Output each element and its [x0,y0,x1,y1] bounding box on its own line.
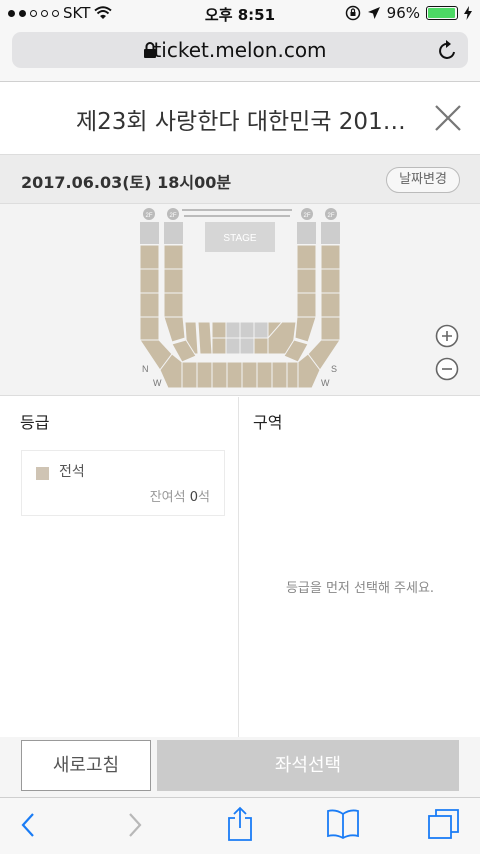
seat-map-area: STAGE 2F 2F 2F 2F N W S W [0,204,480,396]
area-empty-message: 등급을 먼저 선택해 주세요. [285,581,435,596]
change-date-button[interactable]: 날짜변경 [386,167,460,193]
area-panel: 구역 등급을 먼저 선택해 주세요. [240,397,480,737]
status-right: 96% [345,4,472,22]
zoom-in-icon[interactable] [435,324,459,348]
grade-name: 전석 [59,464,85,480]
grade-panel-title: 등급 [20,413,50,432]
remaining-unit: 석 [198,490,210,505]
grade-color-swatch [36,467,49,480]
reload-icon[interactable] [438,39,458,61]
url-text: ticket.melon.com [153,38,327,62]
compass-n: N [142,364,149,374]
seat-map[interactable]: STAGE 2F 2F 2F 2F N W S W [0,204,480,396]
location-icon [367,7,380,19]
compass-w2: W [321,378,330,388]
performance-date: 2017.06.03(토) 18시00분 [21,173,232,192]
svg-text:2F: 2F [327,213,334,219]
browser-toolbar [0,797,480,854]
close-icon[interactable] [432,102,464,134]
back-icon[interactable] [18,810,38,840]
charging-icon [464,6,472,20]
grade-panel: 등급 전석 잔여석 0석 [0,397,239,737]
grade-option[interactable]: 전석 잔여석 0석 [21,450,225,516]
battery-icon [426,6,458,20]
refresh-button[interactable]: 새로고침 [21,740,151,791]
orientation-lock-icon [345,5,360,21]
svg-text:2F: 2F [169,213,176,219]
page-title: 제23회 사랑한다 대한민국 201… [76,109,406,135]
bookmarks-icon[interactable] [326,808,360,840]
forward-icon[interactable] [125,810,145,840]
remaining-count: 0 [189,490,199,505]
area-panel-title: 구역 [253,413,283,432]
status-bar: SKT 오후 8:51 96% [0,0,480,26]
svg-text:2F: 2F [145,213,152,219]
url-field[interactable]: ticket.melon.com [12,32,468,68]
browser-address-bar: ticket.melon.com [0,26,480,82]
compass-s: S [331,364,337,374]
page-header: 제23회 사랑한다 대한민국 201… [0,82,480,154]
tabs-icon[interactable] [428,808,460,840]
svg-text:2F: 2F [303,213,310,219]
compass-w: W [153,378,162,388]
remaining-label: 잔여석 [149,490,186,505]
battery-percent: 96% [386,4,420,22]
share-icon[interactable] [226,806,254,842]
stage-label: STAGE [223,233,256,244]
date-bar: 2017.06.03(토) 18시00분 날짜변경 [0,154,480,204]
zoom-out-icon[interactable] [435,357,459,381]
select-seat-button[interactable]: 좌석선택 [157,740,459,791]
remaining-seats: 잔여석 0석 [150,486,210,505]
action-bar: 새로고침 좌석선택 [0,737,480,797]
